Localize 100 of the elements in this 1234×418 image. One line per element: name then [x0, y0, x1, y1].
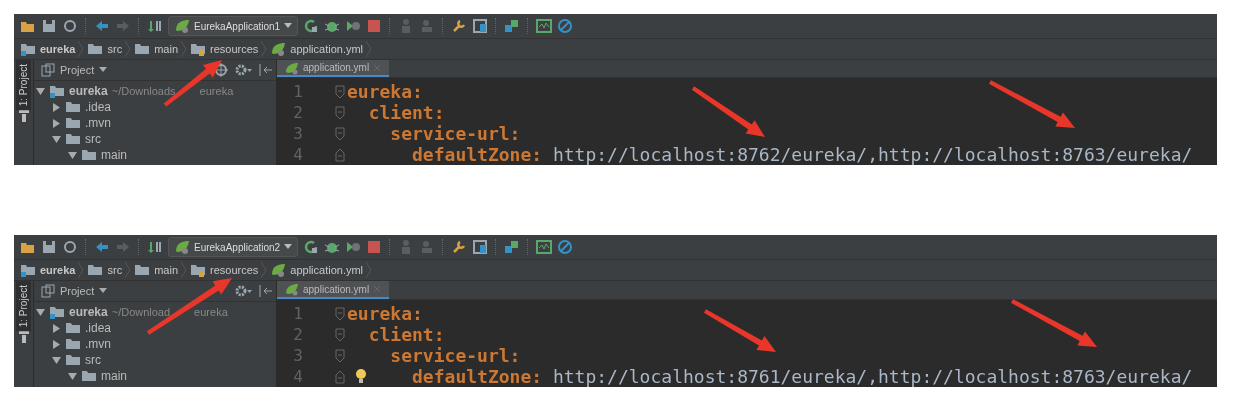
tab-label[interactable]: application.yml: [303, 283, 370, 295]
chevron-icon: [261, 261, 268, 279]
breadcrumb-item[interactable]: eureka: [20, 41, 76, 57]
build-icon[interactable]: [147, 18, 163, 34]
collapsed-arrow-icon[interactable]: [52, 118, 61, 128]
caret-icon: [284, 244, 293, 250]
code-line: service-url:: [389, 345, 521, 366]
pane-title[interactable]: Project: [60, 285, 95, 297]
window-icon[interactable]: [472, 239, 489, 255]
breadcrumb-item[interactable]: main: [134, 41, 178, 57]
collapsed-arrow-icon[interactable]: [52, 102, 61, 112]
stop-icon[interactable]: [366, 239, 383, 255]
run-configuration-dropdown[interactable]: EurekaApplication1: [168, 16, 299, 36]
tree-item[interactable]: .idea: [85, 321, 112, 335]
rerun-icon[interactable]: [303, 18, 320, 34]
fold-marker-icon: [335, 105, 345, 120]
gear-icon[interactable]: [234, 63, 252, 77]
coverage-icon[interactable]: [345, 239, 362, 255]
back-arrow-icon[interactable]: [94, 18, 110, 34]
module-folder-icon: [49, 304, 65, 320]
expanded-arrow-icon[interactable]: [36, 307, 45, 317]
tree-item[interactable]: eureka: [69, 305, 108, 319]
no-entry-icon[interactable]: [557, 239, 574, 255]
breadcrumb-item[interactable]: application.yml: [270, 262, 364, 278]
breadcrumb-item[interactable]: main: [134, 262, 178, 278]
leaf-file-icon: [285, 282, 299, 296]
back-arrow-icon[interactable]: [94, 239, 110, 255]
collapsed-arrow-icon[interactable]: [52, 323, 61, 333]
chart-icon[interactable]: [536, 18, 553, 34]
caret-icon[interactable]: [99, 288, 108, 294]
fold-marker-icon: [335, 306, 345, 321]
expanded-arrow-icon[interactable]: [68, 371, 77, 381]
wrench-icon[interactable]: [451, 239, 468, 255]
collapse-icon[interactable]: [258, 284, 272, 298]
sync-icon[interactable]: [62, 239, 78, 255]
tool-window-tab[interactable]: 1: Project: [16, 281, 31, 332]
tree-item[interactable]: main: [101, 369, 127, 383]
expanded-arrow-icon[interactable]: [52, 355, 61, 365]
tab-label[interactable]: application.yml: [303, 62, 370, 73]
chart-icon[interactable]: [536, 239, 553, 255]
run-configuration-dropdown[interactable]: EurekaApplication2: [168, 237, 299, 257]
resources-folder-icon: [190, 262, 206, 278]
tree-item[interactable]: .mvn: [85, 337, 111, 351]
folder-icon: [65, 115, 81, 131]
chevron-icon: [78, 40, 85, 58]
breadcrumb-item[interactable]: application.yml: [270, 41, 364, 57]
breadcrumb-item[interactable]: resources: [190, 262, 259, 278]
collapsed-arrow-icon[interactable]: [52, 339, 61, 349]
window-icon[interactable]: [472, 18, 489, 34]
blocks-icon[interactable]: [504, 18, 521, 34]
target-icon[interactable]: [214, 63, 228, 77]
gear-icon[interactable]: [234, 284, 252, 298]
fold-marker-icon: [335, 84, 345, 99]
build-icon[interactable]: [147, 239, 163, 255]
editor-tab[interactable]: application.yml: [277, 281, 390, 299]
blocks-icon[interactable]: [504, 239, 521, 255]
editor-tab[interactable]: application.yml: [277, 60, 390, 77]
stop-icon[interactable]: [366, 18, 383, 34]
tool-window-tab[interactable]: 1: Project: [16, 60, 31, 111]
breadcrumb-item[interactable]: src: [87, 262, 123, 278]
collapse-icon[interactable]: [258, 63, 272, 77]
code-line: defaultZone: http://localhost:8761/eureka/,http://localhost:8763/eureka/: [411, 366, 1193, 387]
tree-item[interactable]: .mvn: [85, 116, 111, 130]
rerun-icon[interactable]: [303, 239, 320, 255]
leaf-file-icon: [270, 262, 287, 278]
window-icon: [41, 63, 55, 77]
no-entry-icon[interactable]: [557, 18, 574, 34]
expanded-arrow-icon[interactable]: [36, 86, 45, 96]
pane-title[interactable]: Project: [60, 64, 95, 76]
tree-item[interactable]: src: [85, 132, 101, 146]
structure-icon: [18, 331, 29, 344]
coverage-icon[interactable]: [345, 18, 362, 34]
breadcrumb-item[interactable]: resources: [190, 41, 259, 57]
wrench-icon[interactable]: [451, 18, 468, 34]
folder-icon: [65, 352, 81, 368]
code-line: eureka:: [347, 81, 423, 102]
save-icon[interactable]: [41, 239, 57, 255]
chevron-icon: [125, 40, 132, 58]
tree-item[interactable]: eureka: [69, 84, 108, 98]
save-icon[interactable]: [41, 18, 57, 34]
leaf-icon: [174, 18, 190, 34]
breadcrumb-item[interactable]: eureka: [20, 262, 76, 278]
tree-item-path: ~/Downloads: [111, 85, 176, 97]
fold-marker-icon: [335, 126, 345, 141]
tree-item[interactable]: src: [85, 353, 101, 367]
folder-icon: [87, 262, 104, 278]
code-line: defaultZone: http://localhost:8762/eureka/,http://localhost:8763/eureka/: [411, 144, 1193, 165]
tree-item[interactable]: main: [101, 148, 127, 162]
folder-icon: [65, 131, 81, 147]
folder-icon: [65, 336, 81, 352]
folder-icon: [134, 41, 151, 57]
line-number: 3: [292, 346, 303, 365]
expanded-arrow-icon[interactable]: [68, 150, 77, 160]
expanded-arrow-icon[interactable]: [52, 134, 61, 144]
line-number: 3: [292, 124, 303, 143]
tree-item[interactable]: .idea: [85, 100, 112, 114]
caret-icon[interactable]: [99, 67, 108, 73]
folder-icon: [87, 41, 104, 57]
breadcrumb-item[interactable]: src: [87, 41, 123, 57]
sync-icon[interactable]: [62, 18, 78, 34]
